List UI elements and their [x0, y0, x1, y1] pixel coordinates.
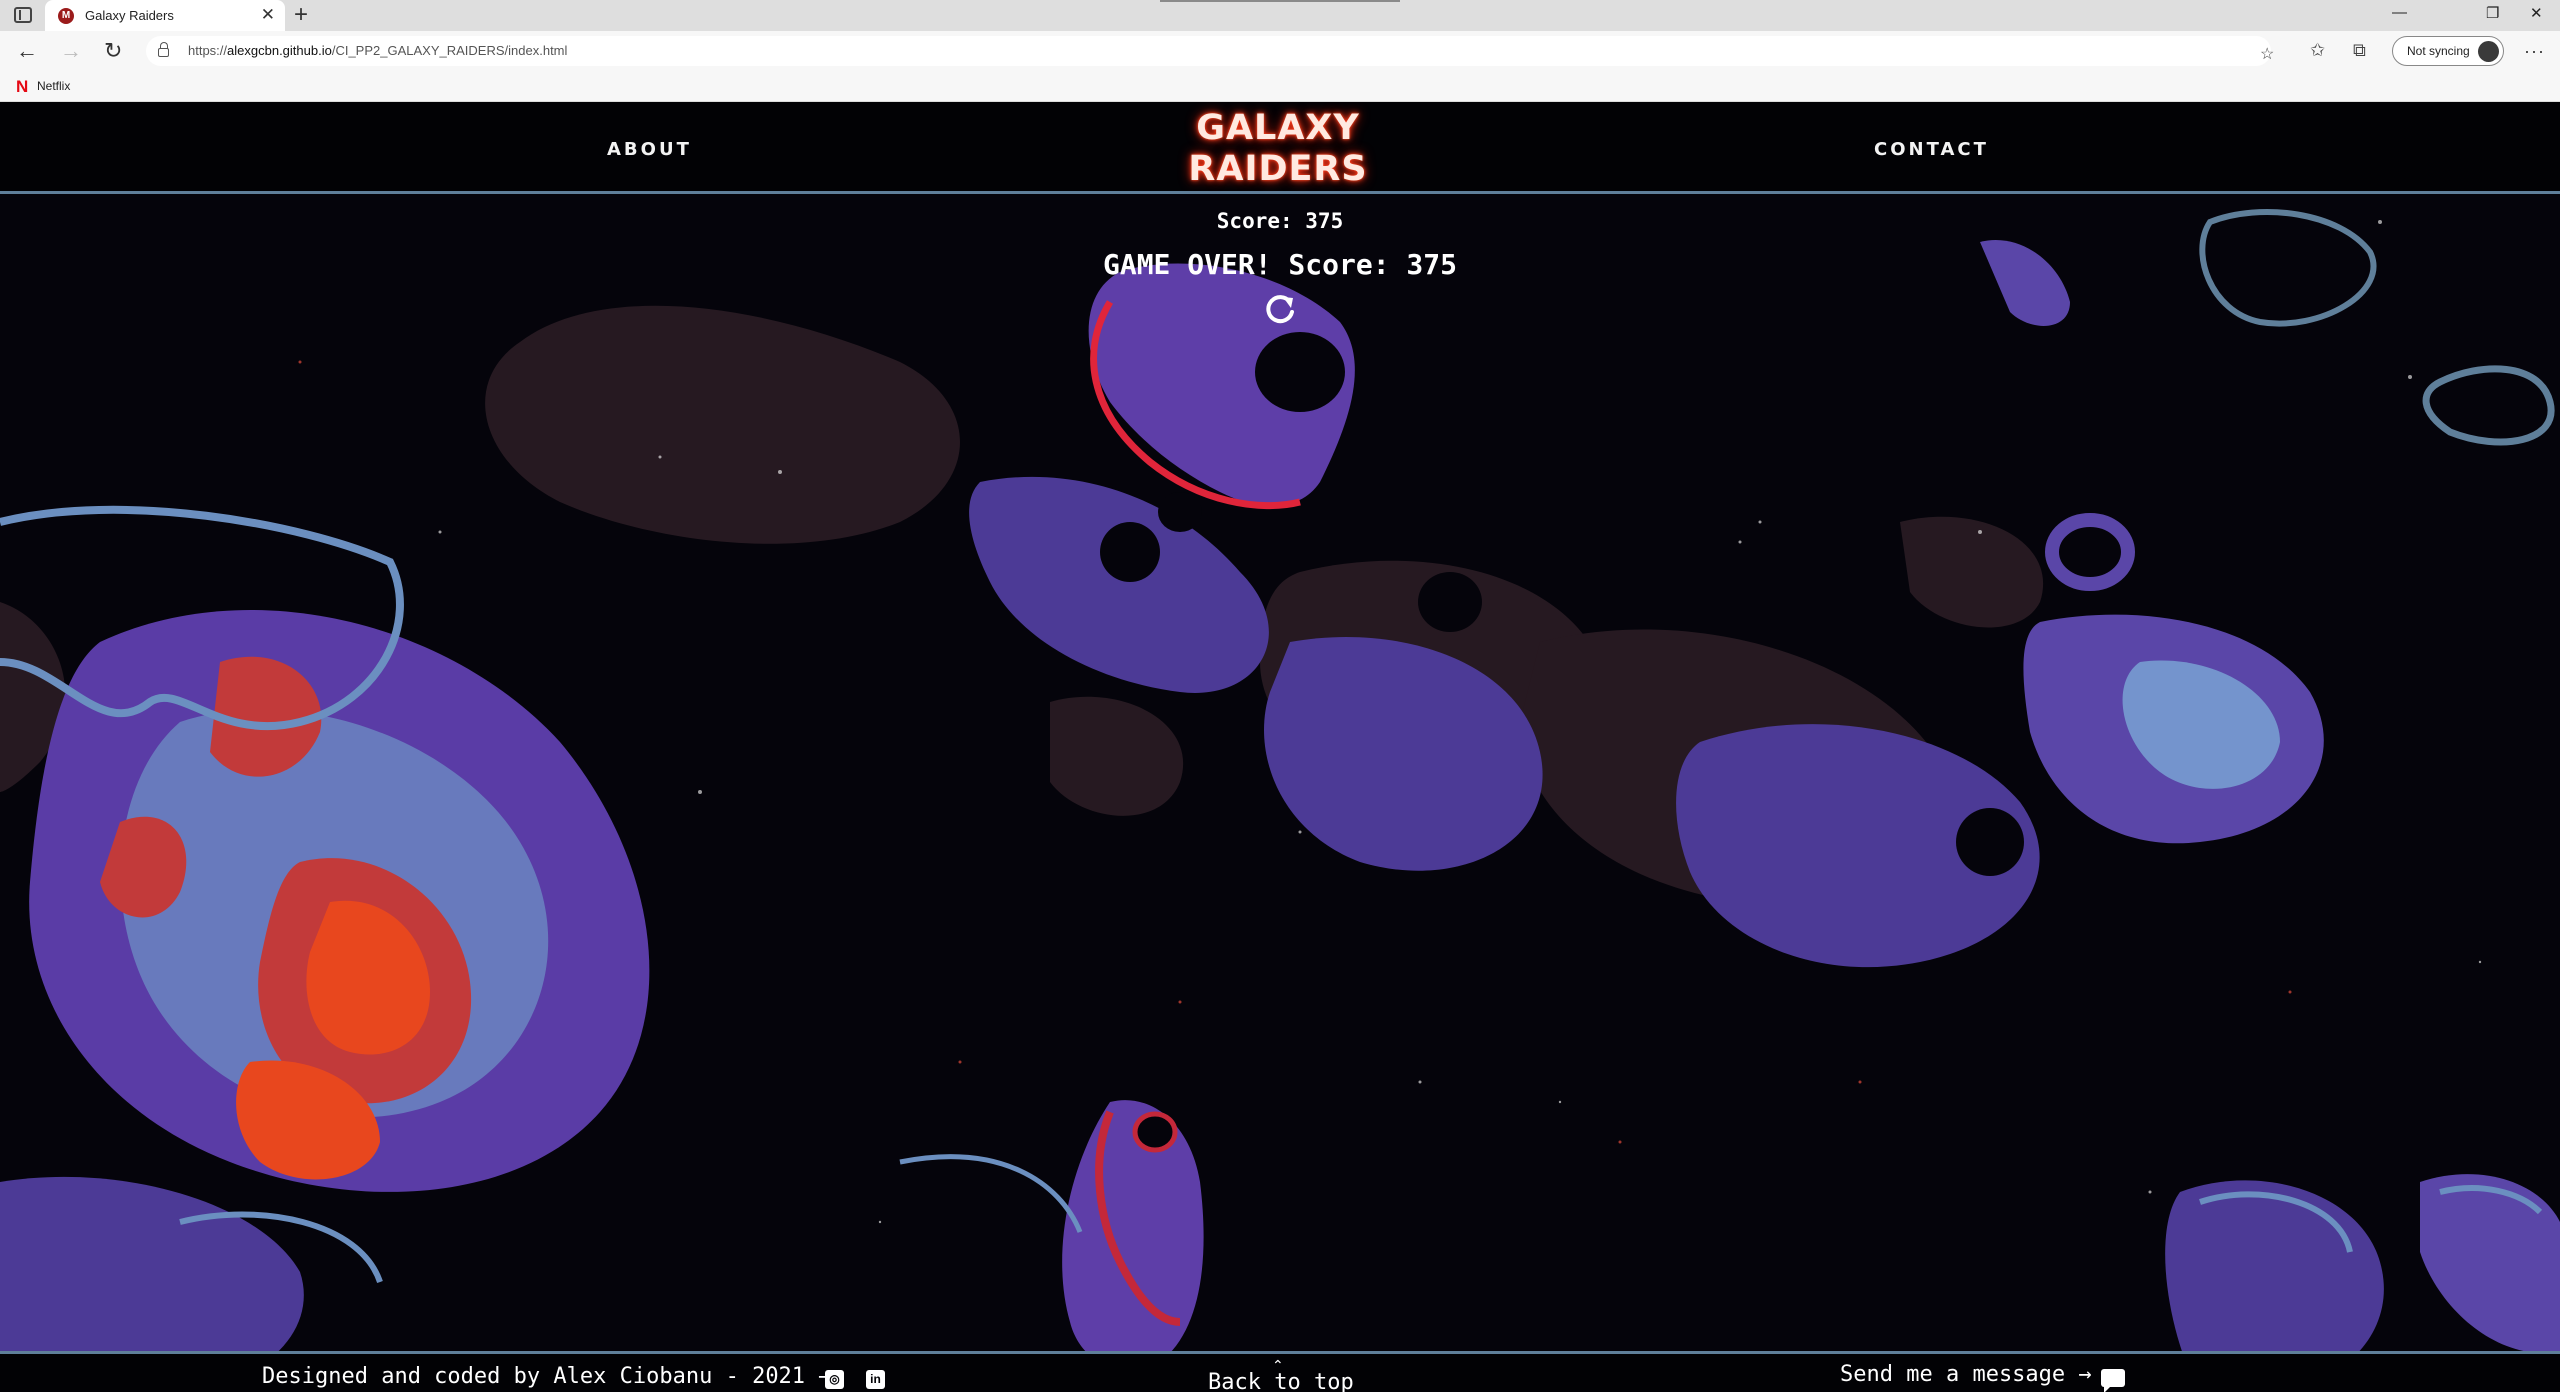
footer-credit: Designed and coded by Alex Ciobanu - 202…: [262, 1364, 832, 1389]
window-drag-handle[interactable]: [1160, 0, 1400, 2]
site-header: ABOUT GALAXY RAIDERS CONTACT: [0, 102, 2560, 194]
lock-icon[interactable]: [158, 42, 169, 57]
tab-favicon-icon: M: [58, 8, 74, 24]
minimize-icon[interactable]: —: [2392, 4, 2407, 21]
add-favorite-icon[interactable]: ☆: [2260, 44, 2274, 66]
site-logo[interactable]: GALAXY RAIDERS: [1178, 108, 1378, 190]
sidebar-toggle-icon[interactable]: [14, 7, 32, 23]
send-message-link[interactable]: Send me a message →: [1840, 1362, 2092, 1387]
nav-contact-link[interactable]: CONTACT: [1874, 139, 1989, 160]
restore-icon[interactable]: ❐: [2486, 4, 2499, 22]
message-icon[interactable]: [2101, 1369, 2125, 1392]
netflix-icon[interactable]: N: [16, 77, 28, 97]
score-display: Score: 375: [1216, 209, 1344, 233]
logo-line-2: RAIDERS: [1188, 149, 1368, 189]
more-menu-icon[interactable]: ···: [2524, 41, 2545, 62]
collections-icon[interactable]: ⧉: [2353, 39, 2366, 61]
refresh-icon[interactable]: ↻: [104, 37, 122, 65]
tab-title: Galaxy Raiders: [85, 8, 174, 23]
game-over-message: GAME OVER! Score: 375: [1102, 248, 1457, 281]
address-toolbar: ← → ↻ https://alexgcbn.github.io/CI_PP2_…: [0, 31, 2560, 71]
nav-about-link[interactable]: ABOUT: [607, 139, 692, 160]
back-arrow-icon[interactable]: ←: [16, 37, 38, 65]
profile-sync-button[interactable]: Not syncing: [2392, 36, 2504, 66]
new-tab-icon[interactable]: +: [294, 3, 308, 27]
close-window-icon[interactable]: ✕: [2530, 4, 2543, 22]
sync-label: Not syncing: [2407, 44, 2470, 58]
github-icon[interactable]: ◎: [825, 1370, 844, 1389]
profile-avatar: [2478, 41, 2499, 62]
page-viewport: ABOUT GALAXY RAIDERS CONTACT Score: 375 …: [0, 102, 2560, 1392]
browser-tab-bar: M Galaxy Raiders ✕ + — ❐ ✕: [0, 0, 2560, 31]
logo-line-1: GALAXY: [1196, 108, 1360, 148]
browser-tab[interactable]: M Galaxy Raiders ✕: [45, 0, 285, 31]
favorite-netflix[interactable]: Netflix: [37, 79, 70, 93]
favorites-icon[interactable]: ✩: [2310, 39, 2325, 61]
forward-arrow-icon[interactable]: →: [60, 37, 82, 65]
tab-close-icon[interactable]: ✕: [261, 6, 275, 24]
url-text[interactable]: https://alexgcbn.github.io/CI_PP2_GALAXY…: [188, 43, 567, 58]
favorites-bar: N Netflix: [0, 71, 2560, 102]
back-to-top-link[interactable]: Back to top: [1208, 1370, 1354, 1392]
site-footer: Designed and coded by Alex Ciobanu - 202…: [0, 1351, 2560, 1392]
restart-icon[interactable]: [1262, 290, 1298, 326]
linkedin-icon[interactable]: in: [866, 1370, 885, 1389]
address-bar[interactable]: https://alexgcbn.github.io/CI_PP2_GALAXY…: [146, 36, 2274, 66]
